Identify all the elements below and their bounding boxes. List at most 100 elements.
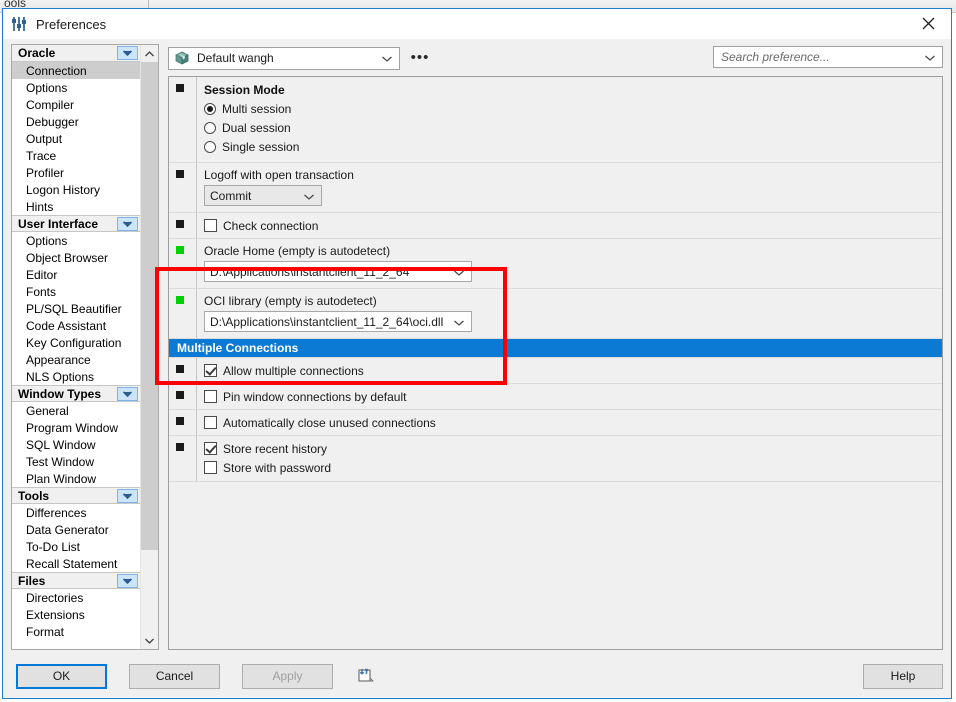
sidebar-item-object-browser[interactable]: Object Browser <box>12 249 140 266</box>
tree-item-label: Code Assistant <box>26 318 107 333</box>
chevron-down-icon[interactable] <box>117 46 139 60</box>
logoff-label: Logoff with open transaction <box>204 168 354 182</box>
setting-check-connection: Check connection <box>169 213 942 239</box>
oci-library-select[interactable]: D:\Applications\instantclient_11_2_64\oc… <box>204 311 472 332</box>
sidebar-item-to-do-list[interactable]: To-Do List <box>12 538 140 555</box>
sidebar-item-data-generator[interactable]: Data Generator <box>12 521 140 538</box>
checkbox-icon[interactable] <box>204 219 217 232</box>
ok-button[interactable]: OK <box>16 663 107 689</box>
sidebar-item-profiler[interactable]: Profiler <box>12 164 140 181</box>
chevron-down-icon[interactable] <box>117 217 139 231</box>
preferences-tree: Oracle Connection Options Compiler Debug… <box>12 45 141 649</box>
sidebar-item-extensions[interactable]: Extensions <box>12 606 140 623</box>
checkbox-icon[interactable] <box>204 390 217 403</box>
tree-group-oracle[interactable]: Oracle <box>12 45 141 62</box>
settings-list: Session Mode Multi session Dual session … <box>168 76 943 650</box>
tree-group-files[interactable]: Files <box>12 572 141 589</box>
checkbox-check-connection[interactable]: Check connection <box>204 216 934 235</box>
checkbox-pin-window-connections[interactable]: Pin window connections by default <box>204 387 934 406</box>
search-preference-box[interactable] <box>713 46 943 68</box>
sidebar-item-plan-window[interactable]: Plan Window <box>12 470 140 487</box>
sidebar-item-recall-statement[interactable]: Recall Statement <box>12 555 140 572</box>
row-gutter <box>196 213 197 238</box>
chevron-down-icon[interactable] <box>454 315 464 329</box>
sidebar-item-program-window[interactable]: Program Window <box>12 419 140 436</box>
oracle-home-select[interactable]: D:\Applications\instantclient_11_2_64 <box>204 261 472 282</box>
profile-select[interactable]: Default wangh <box>168 46 400 70</box>
tree-scrollbar-thumb[interactable] <box>141 62 158 550</box>
tree-group-window-types[interactable]: Window Types <box>12 385 141 402</box>
chevron-down-icon[interactable] <box>454 265 464 279</box>
row-gutter <box>196 410 197 435</box>
tree-item-label: Data Generator <box>26 522 109 537</box>
sidebar-item-fonts[interactable]: Fonts <box>12 283 140 300</box>
sidebar-item-differences[interactable]: Differences <box>12 504 140 521</box>
sidebar-item-nls-options[interactable]: NLS Options <box>12 368 140 385</box>
cancel-button[interactable]: Cancel <box>129 663 220 689</box>
sidebar-item-options[interactable]: Options <box>12 79 140 96</box>
sidebar-item-connection[interactable]: Connection <box>12 62 141 79</box>
sidebar-item-editor[interactable]: Editor <box>12 266 140 283</box>
checkbox-icon[interactable] <box>204 461 217 474</box>
row-content: Session Mode Multi session Dual session … <box>204 83 942 156</box>
radio-icon[interactable] <box>204 140 216 153</box>
checkbox-allow-multiple-connections[interactable]: Allow multiple connections <box>204 361 934 380</box>
checkbox-icon[interactable] <box>204 364 217 377</box>
logoff-select[interactable]: Commit <box>204 185 322 206</box>
radio-single-session[interactable]: Single session <box>204 137 934 156</box>
radio-dual-session[interactable]: Dual session <box>204 118 934 137</box>
setting-oracle-home: Oracle Home (empty is autodetect) D:\App… <box>169 239 942 289</box>
sidebar-item-directories[interactable]: Directories <box>12 589 140 606</box>
sidebar-item-key-configuration[interactable]: Key Configuration <box>12 334 140 351</box>
radio-icon[interactable] <box>204 121 216 134</box>
import-export-icon[interactable] <box>355 665 377 687</box>
sidebar-item-general[interactable]: General <box>12 402 140 419</box>
tree-group-label: Files <box>18 573 46 588</box>
sidebar-item-appearance[interactable]: Appearance <box>12 351 140 368</box>
chevron-down-icon[interactable] <box>117 387 139 401</box>
tree-scrollbar[interactable] <box>140 45 158 649</box>
row-content: Pin window connections by default <box>204 387 942 406</box>
sidebar-item-ui-options[interactable]: Options <box>12 232 140 249</box>
sidebar-item-plsql-beautifier[interactable]: PL/SQL Beautifier <box>12 300 140 317</box>
sidebar-item-code-assistant[interactable]: Code Assistant <box>12 317 140 334</box>
radio-icon[interactable] <box>204 102 216 115</box>
sidebar-item-trace[interactable]: Trace <box>12 147 140 164</box>
help-button[interactable]: Help <box>863 663 943 689</box>
checkbox-store-with-password[interactable]: Store with password <box>204 458 934 477</box>
tree-item-label: Test Window <box>26 454 95 469</box>
profile-more-button[interactable]: ••• <box>409 47 431 69</box>
package-box-icon <box>174 50 190 66</box>
sidebar-item-hints[interactable]: Hints <box>12 198 140 215</box>
chevron-down-icon[interactable] <box>925 50 935 64</box>
radio-multi-session[interactable]: Multi session <box>204 99 934 118</box>
radio-label: Multi session <box>222 101 292 116</box>
checkbox-icon[interactable] <box>204 416 217 429</box>
chevron-down-icon[interactable] <box>117 574 139 588</box>
chevron-down-icon[interactable] <box>117 489 139 503</box>
sidebar-item-output[interactable]: Output <box>12 130 140 147</box>
checkbox-icon[interactable] <box>204 442 217 455</box>
tree-group-tools[interactable]: Tools <box>12 487 141 504</box>
row-content: OCI library (empty is autodetect) D:\App… <box>204 294 942 332</box>
sidebar-item-format[interactable]: Format <box>12 623 140 640</box>
chevron-down-icon[interactable] <box>304 189 314 203</box>
sidebar-item-logon-history[interactable]: Logon History <box>12 181 140 198</box>
row-status-marker <box>176 417 184 425</box>
tree-item-label: PL/SQL Beautifier <box>26 301 122 316</box>
scroll-up-icon[interactable] <box>141 45 158 62</box>
tree-item-label: General <box>26 403 69 418</box>
checkbox-store-recent-history[interactable]: Store recent history <box>204 439 934 458</box>
sidebar-item-debugger[interactable]: Debugger <box>12 113 140 130</box>
chevron-down-icon[interactable] <box>382 51 392 65</box>
setting-oci-library: OCI library (empty is autodetect) D:\App… <box>169 289 942 339</box>
checkbox-auto-close-connections[interactable]: Automatically close unused connections <box>204 413 934 432</box>
tree-group-user-interface[interactable]: User Interface <box>12 215 141 232</box>
scroll-down-icon[interactable] <box>141 632 158 649</box>
sidebar-item-sql-window[interactable]: SQL Window <box>12 436 140 453</box>
profile-value: Default wangh <box>197 51 274 65</box>
sidebar-item-compiler[interactable]: Compiler <box>12 96 140 113</box>
close-icon[interactable] <box>905 9 951 38</box>
search-input[interactable] <box>719 49 918 65</box>
sidebar-item-test-window[interactable]: Test Window <box>12 453 140 470</box>
